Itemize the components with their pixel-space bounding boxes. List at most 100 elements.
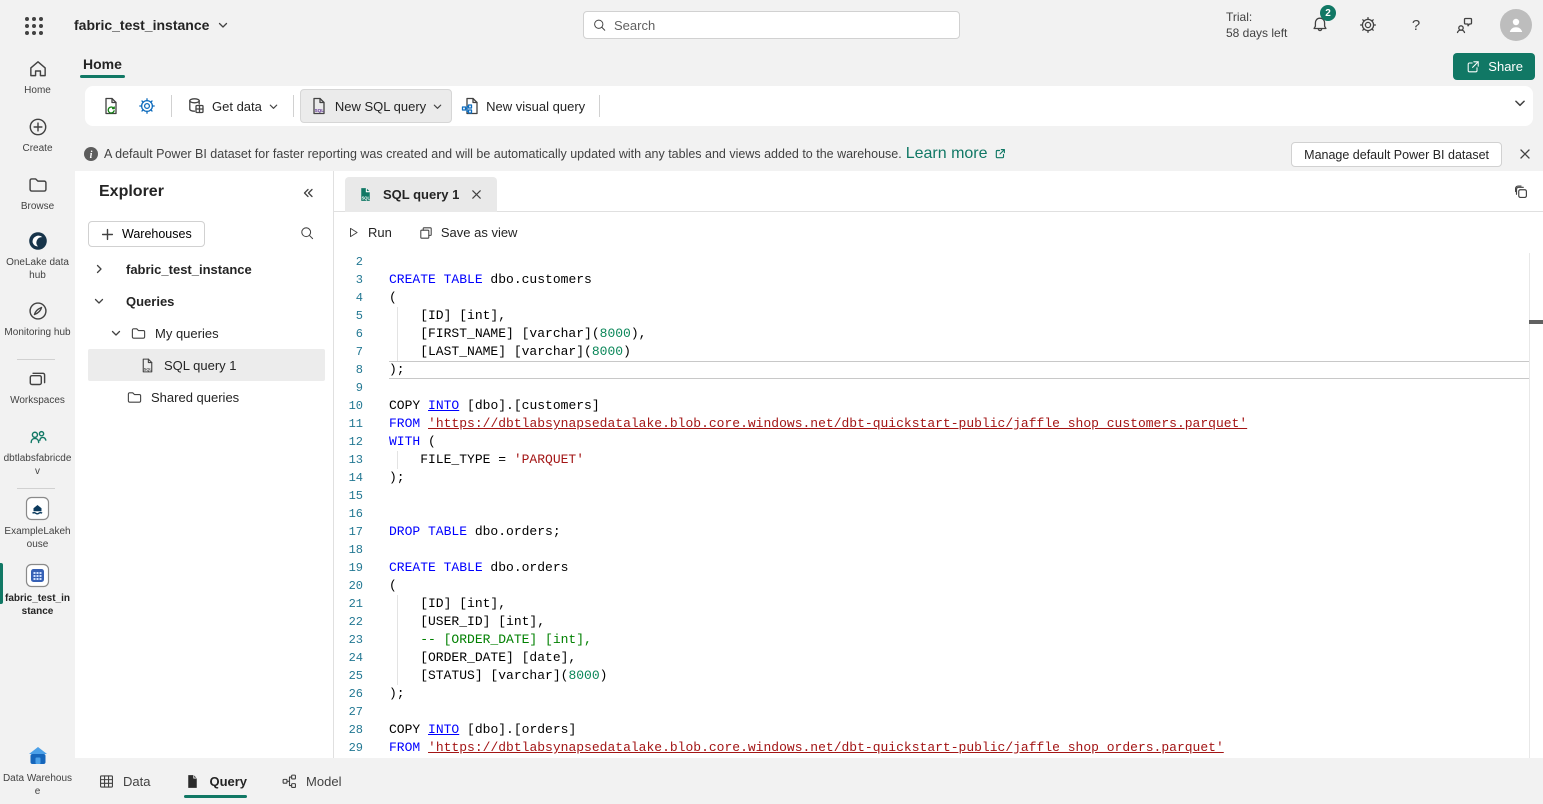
copy-icon <box>1512 183 1530 201</box>
search-box[interactable] <box>583 11 960 39</box>
new-visual-query-button[interactable]: New visual query <box>452 90 593 122</box>
search-input[interactable] <box>614 18 951 33</box>
code-line[interactable]: 10COPY INTO [dbo].[customers] <box>334 397 1543 415</box>
warehouse-icon <box>25 563 50 588</box>
rail-item-browse[interactable]: Browse <box>0 174 75 213</box>
search-icon <box>592 17 607 33</box>
get-data-button[interactable]: Get data <box>178 90 287 122</box>
banner-close-button[interactable] <box>1515 144 1535 164</box>
code-line[interactable]: 22 [USER_ID] [int], <box>334 613 1543 631</box>
sql-document-icon: SQL <box>357 186 374 203</box>
code-line[interactable]: 25 [STATUS] [varchar](8000) <box>334 667 1543 685</box>
play-icon <box>346 225 361 240</box>
code-line[interactable]: 20( <box>334 577 1543 595</box>
view-tab-data[interactable]: Data <box>98 758 150 804</box>
code-line[interactable]: 12WITH ( <box>334 433 1543 451</box>
line-number: 2 <box>334 253 363 271</box>
ribbon-collapse-button[interactable] <box>1513 96 1527 110</box>
rail-item-examplelakehouse[interactable]: ExampleLakehouse <box>0 496 75 551</box>
data-warehouse-icon <box>26 744 50 768</box>
code-line[interactable]: 27 <box>334 703 1543 721</box>
manage-default-dataset-button[interactable]: Manage default Power BI dataset <box>1291 142 1502 167</box>
info-banner: i A default Power BI dataset for faster … <box>75 137 1543 171</box>
close-tab-button[interactable] <box>468 186 485 203</box>
line-number: 21 <box>334 595 363 613</box>
code-line[interactable]: 5 [ID] [int], <box>334 307 1543 325</box>
workspace-switcher[interactable]: fabric_test_instance <box>74 0 229 50</box>
code-line[interactable]: 9 <box>334 379 1543 397</box>
collapse-panel-button[interactable] <box>301 186 315 200</box>
code-line[interactable]: 29FROM 'https://dbtlabsynapsedatalake.bl… <box>334 739 1543 757</box>
code-line[interactable]: 11FROM 'https://dbtlabsynapsedatalake.bl… <box>334 415 1543 433</box>
code-line[interactable]: 19CREATE TABLE dbo.orders <box>334 559 1543 577</box>
query-settings-button[interactable] <box>129 90 165 122</box>
person-icon <box>1506 15 1526 35</box>
code-line[interactable]: 21 [ID] [int], <box>334 595 1543 613</box>
notifications-button[interactable]: 2 <box>1304 9 1336 41</box>
code-line[interactable]: 23 -- [ORDER_DATE] [int], <box>334 631 1543 649</box>
help-button[interactable]: ? <box>1400 9 1432 41</box>
rail-item-onelake-data-hub[interactable]: OneLake data hub <box>0 230 75 282</box>
code-line[interactable]: 13 FILE_TYPE = 'PARQUET' <box>334 451 1543 469</box>
home-icon <box>27 58 49 80</box>
view-tab-query[interactable]: Query <box>184 758 247 804</box>
code-line[interactable]: 17DROP TABLE dbo.orders; <box>334 523 1543 541</box>
view-tab-model[interactable]: Model <box>281 758 341 804</box>
code-line[interactable]: 4( <box>334 289 1543 307</box>
new-sql-query-button[interactable]: SQL New SQL query <box>300 89 452 123</box>
query-panel: SQL SQL query 1 Run Save as view 23CREAT… <box>334 171 1543 758</box>
rail-item-monitoring-hub[interactable]: Monitoring hub <box>0 300 75 339</box>
query-toolbar: Run Save as view <box>334 212 1543 253</box>
double-chevron-left-icon <box>301 186 315 200</box>
explorer-search-button[interactable] <box>299 225 315 241</box>
code-line[interactable]: 18 <box>334 541 1543 559</box>
code-line[interactable]: 26); <box>334 685 1543 703</box>
code-line[interactable]: 8); <box>334 361 1543 379</box>
code-line[interactable]: 7 [LAST_NAME] [varchar](8000) <box>334 343 1543 361</box>
rail-item-workspaces[interactable]: Workspaces <box>0 368 75 407</box>
tree-item-shared-queries[interactable]: Shared queries <box>88 381 325 413</box>
rail-item-home[interactable]: Home <box>0 58 75 97</box>
line-number: 7 <box>334 343 363 361</box>
sql-editor[interactable]: 23CREATE TABLE dbo.customers4(5 [ID] [in… <box>334 253 1543 758</box>
help-icon: ? <box>1406 15 1426 35</box>
database-icon <box>186 96 206 116</box>
add-warehouses-button[interactable]: Warehouses <box>88 221 205 247</box>
rail-item-data-warehouse[interactable]: Data Warehouse <box>0 744 75 798</box>
tab-home[interactable]: Home <box>83 54 122 78</box>
rail-item-fabric-test-instance[interactable]: fabric_test_instance <box>0 563 75 618</box>
refresh-dataset-button[interactable] <box>93 90 129 122</box>
code-line[interactable]: 16 <box>334 505 1543 523</box>
code-line[interactable]: 24 [ORDER_DATE] [date], <box>334 649 1543 667</box>
rail-item-dbtlabsfabricdev[interactable]: dbtlabsfabricdev <box>0 426 75 478</box>
code-line[interactable]: 6 [FIRST_NAME] [varchar](8000), <box>334 325 1543 343</box>
code-line[interactable]: 3CREATE TABLE dbo.customers <box>334 271 1543 289</box>
code-line[interactable]: 28COPY INTO [dbo].[orders] <box>334 721 1543 739</box>
feedback-button[interactable] <box>1448 9 1480 41</box>
editor-overview-ruler[interactable] <box>1529 253 1543 758</box>
view-switcher-bar: Data Query Model <box>75 758 1543 804</box>
code-line[interactable]: 2 <box>334 253 1543 271</box>
plus-circle-icon <box>27 116 49 138</box>
tree-item-sql-query-1[interactable]: SQL SQL query 1 <box>88 349 325 381</box>
tree-item-warehouse[interactable]: fabric_test_instance <box>88 253 325 285</box>
settings-button[interactable] <box>1352 9 1384 41</box>
avatar[interactable] <box>1500 9 1532 41</box>
copy-button[interactable] <box>1512 183 1530 201</box>
lakehouse-icon <box>25 496 50 521</box>
line-number: 11 <box>334 415 363 433</box>
tab-sql-query-1[interactable]: SQL SQL query 1 <box>345 177 497 212</box>
save-as-view-button[interactable]: Save as view <box>418 225 518 241</box>
run-button[interactable]: Run <box>346 225 392 240</box>
learn-more-link[interactable]: Learn more <box>906 145 988 163</box>
line-number: 26 <box>334 685 363 703</box>
rail-item-create[interactable]: Create <box>0 116 75 155</box>
code-line[interactable]: 15 <box>334 487 1543 505</box>
tree-item-my-queries[interactable]: My queries <box>88 317 325 349</box>
app-launcher-icon[interactable] <box>22 14 46 38</box>
code-line[interactable]: 14); <box>334 469 1543 487</box>
line-number: 22 <box>334 613 363 631</box>
line-number: 28 <box>334 721 363 739</box>
share-button[interactable]: Share <box>1453 53 1535 80</box>
tree-item-queries[interactable]: Queries <box>88 285 325 317</box>
